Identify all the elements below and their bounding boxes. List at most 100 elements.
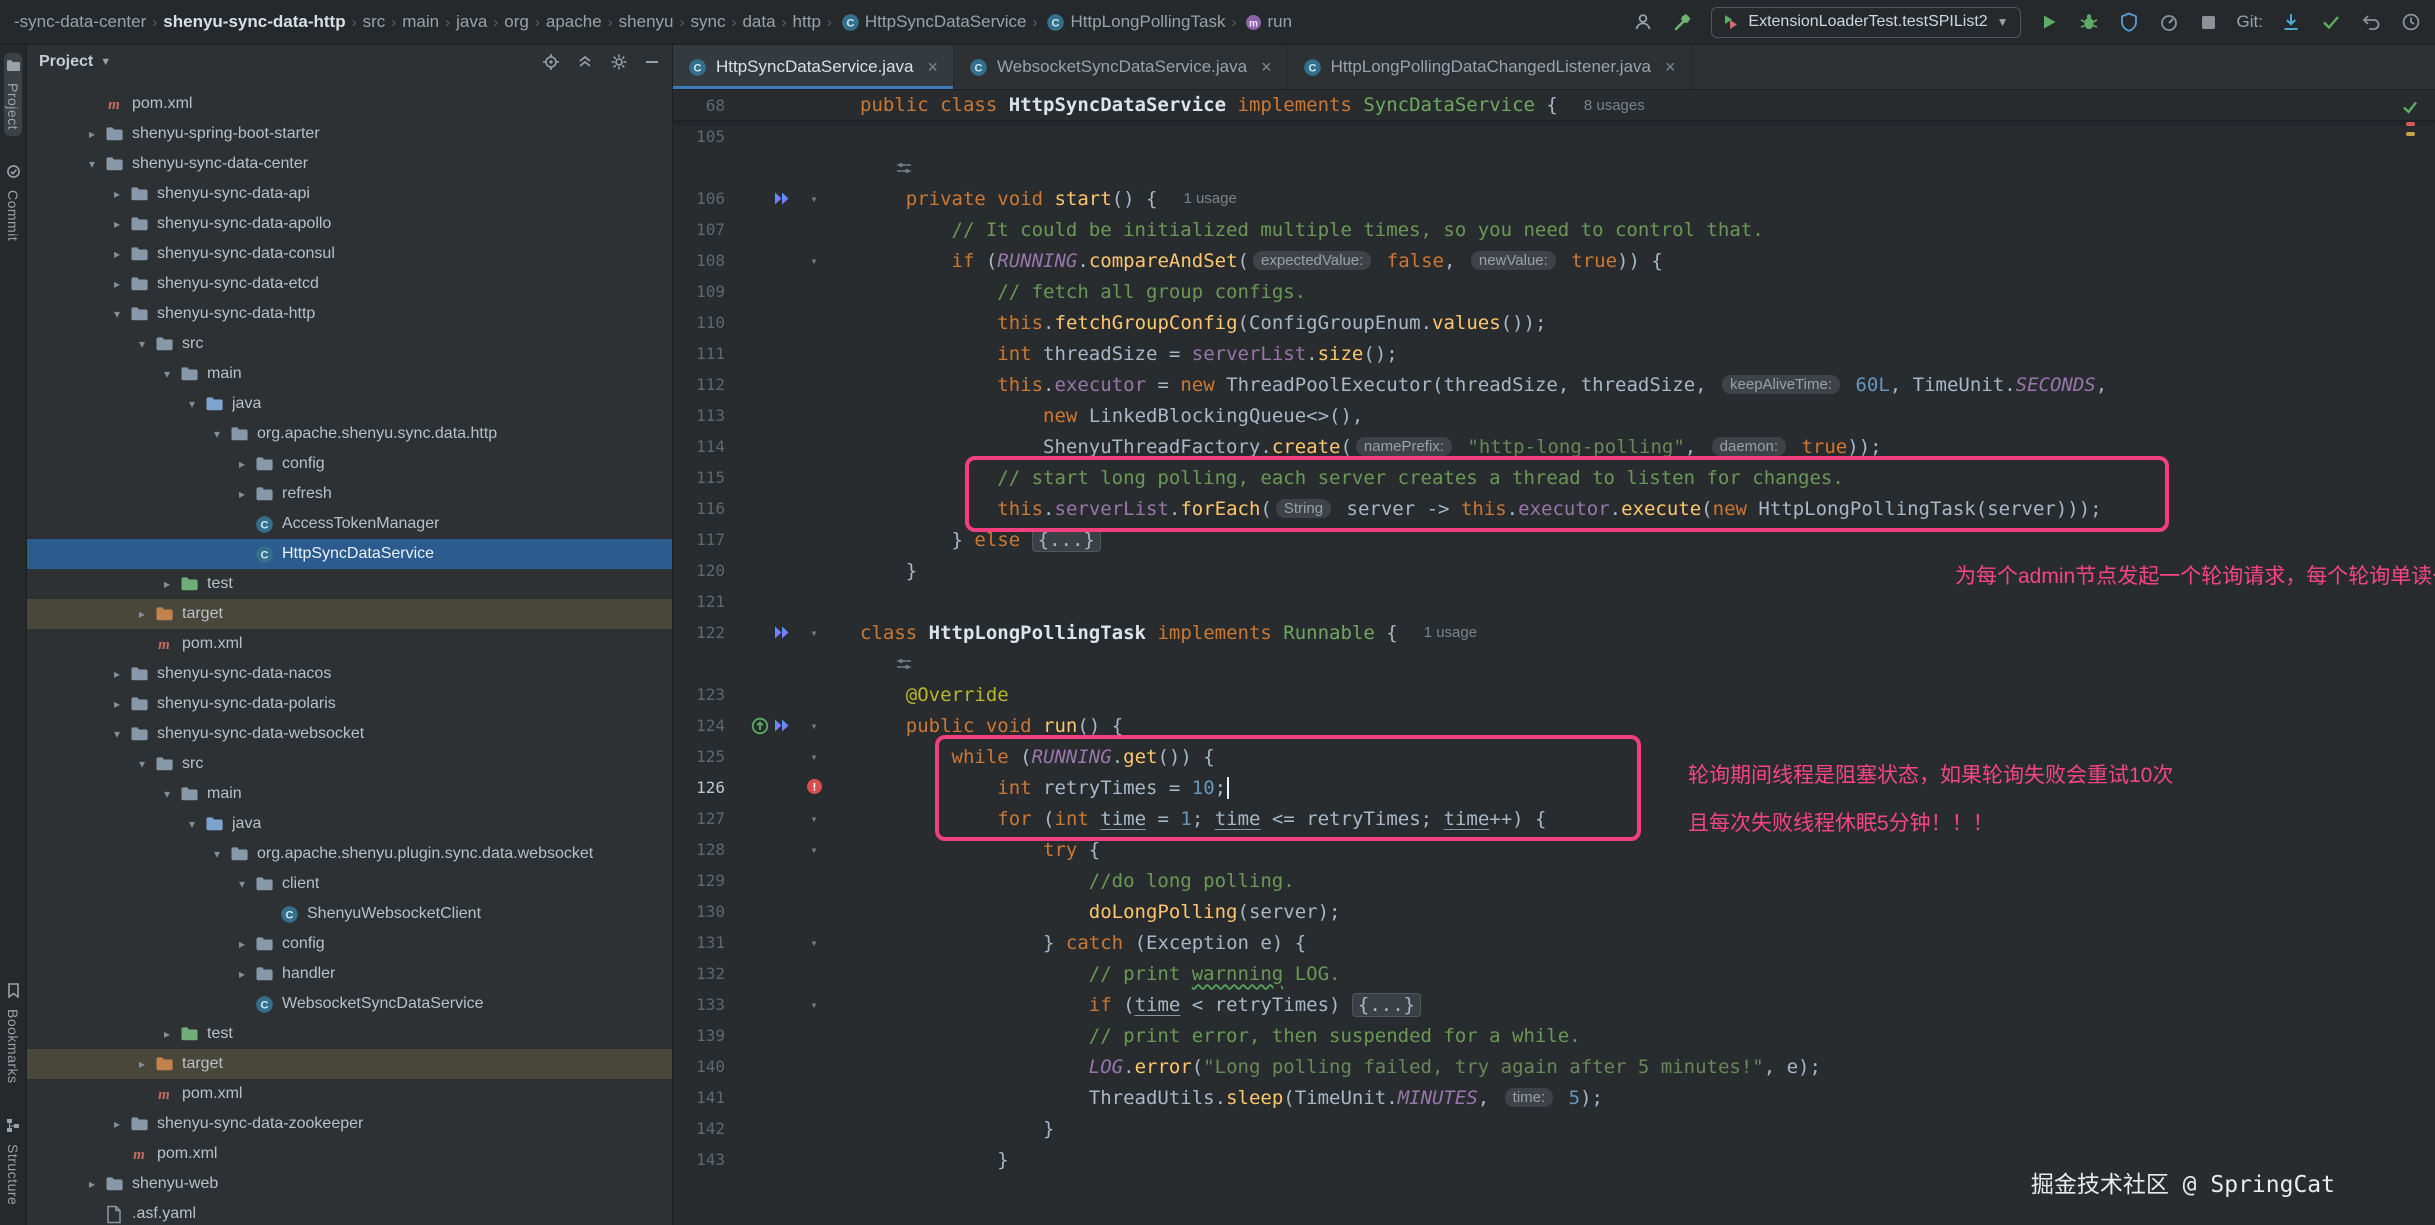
- tree-chevron-icon[interactable]: ▸: [107, 247, 127, 261]
- tree-chevron-icon[interactable]: ▸: [82, 127, 102, 141]
- inspections-widget[interactable]: [2401, 98, 2419, 136]
- tree-item-pom.xml[interactable]: mpom.xml: [27, 1079, 672, 1109]
- tree-item-java[interactable]: ▾java: [27, 809, 672, 839]
- tree-item-shenyu-sync-data-websocket[interactable]: ▾shenyu-sync-data-websocket: [27, 719, 672, 749]
- tree-chevron-icon[interactable]: ▾: [157, 367, 177, 381]
- code-line-142[interactable]: 142 }: [673, 1113, 2435, 1144]
- breadcrumb-item[interactable]: src: [361, 12, 388, 32]
- tree-chevron-icon[interactable]: ▾: [107, 307, 127, 321]
- git-rollback-button[interactable]: [2359, 10, 2383, 34]
- user-icon[interactable]: [1631, 10, 1655, 34]
- git-update-button[interactable]: [2279, 10, 2303, 34]
- build-hammer-icon[interactable]: [1671, 10, 1695, 34]
- history-icon[interactable]: [2399, 10, 2423, 34]
- tab-close-icon[interactable]: ×: [1261, 57, 1272, 78]
- chevron-down-icon[interactable]: ▼: [100, 56, 111, 68]
- tree-chevron-icon[interactable]: ▸: [82, 1177, 102, 1191]
- code-line-112[interactable]: 112 this.executor = new ThreadPoolExecut…: [673, 369, 2435, 400]
- tree-item-java[interactable]: ▾java: [27, 389, 672, 419]
- tree-item-target[interactable]: ▸target: [27, 599, 672, 629]
- stripe-item-structure[interactable]: Structure: [4, 1112, 22, 1211]
- tree-item-shenyu-sync-data-polaris[interactable]: ▸shenyu-sync-data-polaris: [27, 689, 672, 719]
- coverage-button[interactable]: [2117, 10, 2141, 34]
- breadcrumb-item[interactable]: java: [454, 12, 489, 32]
- code-line-123[interactable]: 123 @Override: [673, 679, 2435, 710]
- tree-item-shenyu-sync-data-etcd[interactable]: ▸shenyu-sync-data-etcd: [27, 269, 672, 299]
- tree-chevron-icon[interactable]: ▸: [232, 967, 252, 981]
- error-marker-icon[interactable]: !: [806, 778, 823, 795]
- tree-item-shenyu-sync-data-zookeeper[interactable]: ▸shenyu-sync-data-zookeeper: [27, 1109, 672, 1139]
- breadcrumb-item[interactable]: main: [400, 12, 441, 32]
- fold-chevron-icon[interactable]: ▾: [797, 750, 831, 764]
- tree-item-shenyu-sync-data-center[interactable]: ▾shenyu-sync-data-center: [27, 149, 672, 179]
- breadcrumb-item[interactable]: HttpSyncDataService: [863, 12, 1029, 32]
- tree-item-config[interactable]: ▸config: [27, 929, 672, 959]
- tree-chevron-icon[interactable]: ▸: [232, 457, 252, 471]
- tree-chevron-icon[interactable]: ▸: [232, 487, 252, 501]
- fold-chevron-icon[interactable]: ▾: [797, 812, 831, 826]
- tree-chevron-icon[interactable]: ▾: [232, 877, 252, 891]
- tree-item-pom.xml[interactable]: mpom.xml: [27, 629, 672, 659]
- tree-item-src[interactable]: ▾src: [27, 749, 672, 779]
- profiler-button[interactable]: [2157, 10, 2181, 34]
- tree-item-src[interactable]: ▾src: [27, 329, 672, 359]
- breadcrumb-item[interactable]: apache: [544, 12, 604, 32]
- code-line-109[interactable]: 109 // fetch all group configs.: [673, 276, 2435, 307]
- tree-chevron-icon[interactable]: ▾: [132, 337, 152, 351]
- tree-item-shenyu-web[interactable]: ▸shenyu-web: [27, 1169, 672, 1199]
- code-line-107[interactable]: 107 // It could be initialized multiple …: [673, 214, 2435, 245]
- tree-item-handler[interactable]: ▸handler: [27, 959, 672, 989]
- tree-item-test[interactable]: ▸test: [27, 1019, 672, 1049]
- breadcrumb-item[interactable]: org: [502, 12, 531, 32]
- breadcrumb-item[interactable]: run: [1265, 12, 1294, 32]
- tree-chevron-icon[interactable]: ▾: [207, 427, 227, 441]
- tree-item-.asf.yaml[interactable]: .asf.yaml: [27, 1199, 672, 1225]
- stripe-item-commit[interactable]: Commit: [4, 158, 22, 247]
- fold-chevron-icon[interactable]: ▾: [797, 936, 831, 950]
- tree-chevron-icon[interactable]: ▾: [157, 787, 177, 801]
- tree-chevron-icon[interactable]: ▾: [182, 817, 202, 831]
- fold-chevron-icon[interactable]: ▾: [797, 626, 831, 640]
- run-configuration-select[interactable]: ExtensionLoaderTest.testSPIList2 ▼: [1711, 7, 2020, 38]
- implemented-marker-icon[interactable]: [772, 717, 792, 734]
- tree-item-refresh[interactable]: ▸refresh: [27, 479, 672, 509]
- tree-chevron-icon[interactable]: ▸: [157, 1027, 177, 1041]
- tree-item-test[interactable]: ▸test: [27, 569, 672, 599]
- breadcrumb-item[interactable]: http: [791, 12, 823, 32]
- code-line-122[interactable]: 122▾class HttpLongPollingTask implements…: [673, 617, 2435, 648]
- tree-item-HttpSyncDataService[interactable]: CHttpSyncDataService: [27, 539, 672, 569]
- tree-chevron-icon[interactable]: ▾: [132, 757, 152, 771]
- code-line-131[interactable]: 131▾ } catch (Exception e) {: [673, 927, 2435, 958]
- tree-item-ShenyuWebsocketClient[interactable]: CShenyuWebsocketClient: [27, 899, 672, 929]
- tree-chevron-icon[interactable]: ▸: [107, 217, 127, 231]
- tree-chevron-icon[interactable]: ▾: [82, 157, 102, 171]
- breadcrumb-item[interactable]: HttpLongPollingTask: [1068, 12, 1227, 32]
- fold-chevron-icon[interactable]: ▾: [797, 192, 831, 206]
- code-line-139[interactable]: 139 // print error, then suspended for a…: [673, 1020, 2435, 1051]
- code-line-105[interactable]: 105: [673, 121, 2435, 152]
- locate-file-icon[interactable]: [542, 53, 560, 71]
- tab-HttpLongPollingDataChangedListener.java[interactable]: CHttpLongPollingDataChangedListener.java…: [1288, 45, 1692, 89]
- tree-chevron-icon[interactable]: ▸: [107, 667, 127, 681]
- code-line-121[interactable]: 121: [673, 586, 2435, 617]
- inlay-hint-settings-icon[interactable]: [896, 162, 912, 174]
- code-line-141[interactable]: 141 ThreadUtils.sleep(TimeUnit.MINUTES, …: [673, 1082, 2435, 1113]
- tree-item-pom.xml[interactable]: mpom.xml: [27, 1139, 672, 1169]
- code-line-111[interactable]: 111 int threadSize = serverList.size();: [673, 338, 2435, 369]
- tree-chevron-icon[interactable]: ▾: [207, 847, 227, 861]
- tree-item-shenyu-sync-data-apollo[interactable]: ▸shenyu-sync-data-apollo: [27, 209, 672, 239]
- tree-item-AccessTokenManager[interactable]: CAccessTokenManager: [27, 509, 672, 539]
- code-line-106[interactable]: 106▾ private void start() {1 usage: [673, 183, 2435, 214]
- debug-button[interactable]: [2077, 10, 2101, 34]
- tree-item-target[interactable]: ▸target: [27, 1049, 672, 1079]
- stripe-item-project[interactable]: Project: [4, 53, 22, 136]
- code-line-110[interactable]: 110 this.fetchGroupConfig(ConfigGroupEnu…: [673, 307, 2435, 338]
- tree-item-shenyu-sync-data-nacos[interactable]: ▸shenyu-sync-data-nacos: [27, 659, 672, 689]
- tab-WebsocketSyncDataService.java[interactable]: CWebsocketSyncDataService.java×: [954, 45, 1288, 89]
- fold-chevron-icon[interactable]: ▾: [797, 998, 831, 1012]
- tree-chevron-icon[interactable]: ▾: [107, 727, 127, 741]
- code-line-116[interactable]: 116 this.serverList.forEach(String serve…: [673, 493, 2435, 524]
- tree-item-config[interactable]: ▸config: [27, 449, 672, 479]
- project-view-selector[interactable]: Project: [39, 53, 93, 71]
- code-line-108[interactable]: 108▾ if (RUNNING.compareAndSet(expectedV…: [673, 245, 2435, 276]
